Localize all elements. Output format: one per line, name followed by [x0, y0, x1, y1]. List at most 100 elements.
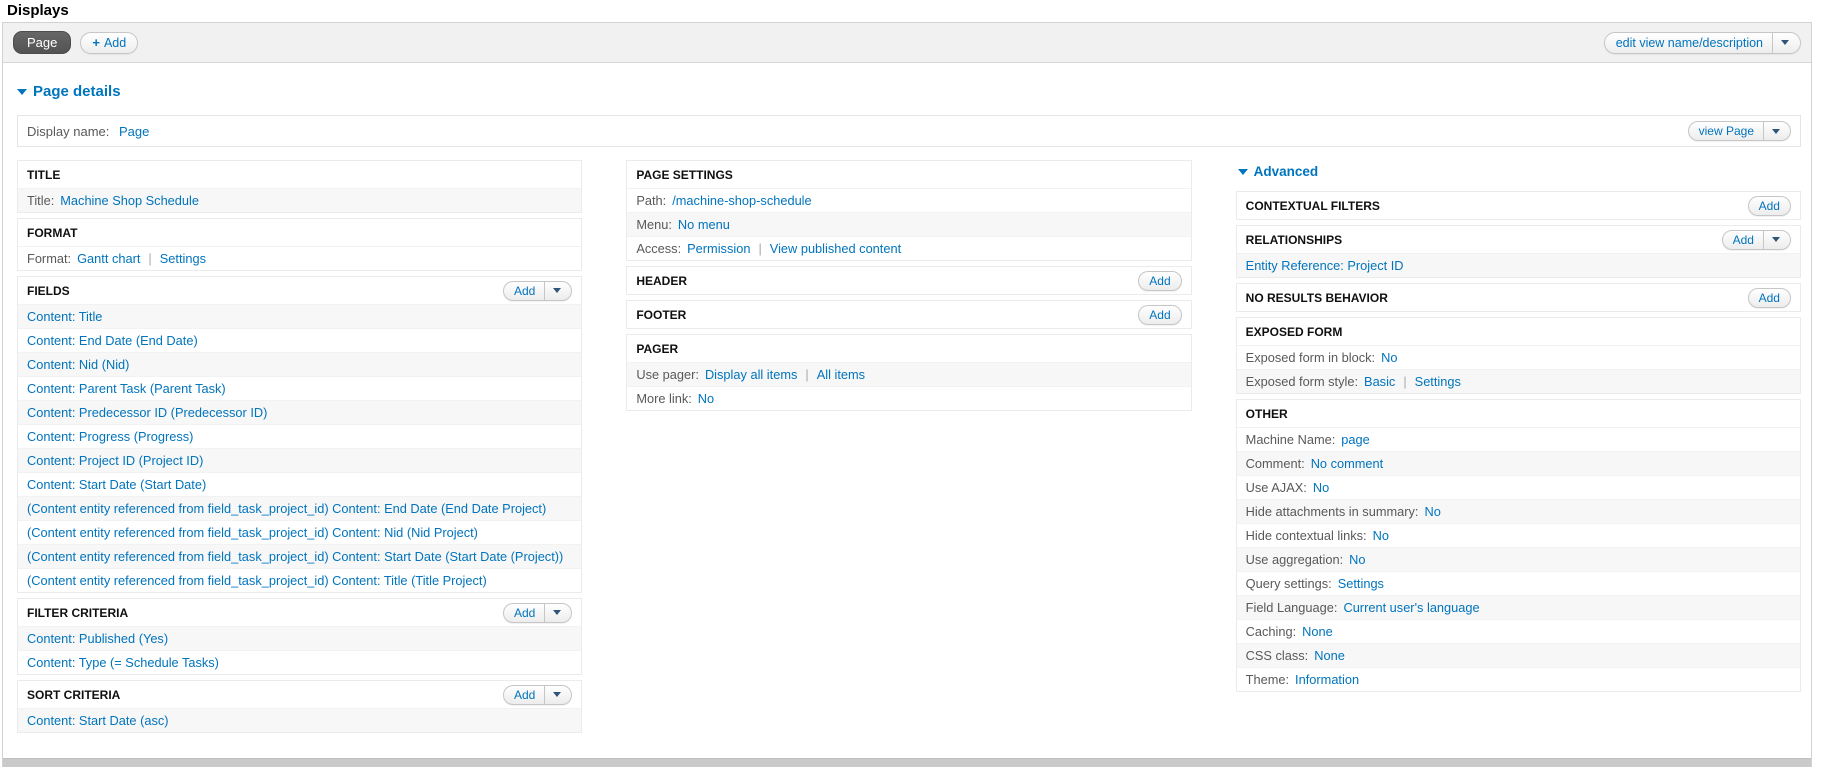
footer-add-button[interactable]: Add: [1138, 304, 1182, 325]
edit-view-dropdown-toggle[interactable]: [1772, 32, 1789, 53]
field-link[interactable]: Content: Start Date (Start Date): [27, 477, 206, 492]
field-link[interactable]: Content: Predecessor ID (Predecessor ID): [27, 405, 267, 420]
field-link[interactable]: Content: Parent Task (Parent Task): [27, 381, 226, 396]
separator: |: [1403, 374, 1407, 389]
add-label: Add: [513, 605, 536, 620]
relationships-add-dropdown-toggle[interactable]: [1762, 230, 1780, 249]
other-row-link[interactable]: No: [1373, 528, 1389, 543]
field-link[interactable]: (Content entity referenced from field_ta…: [27, 573, 487, 588]
title-bucket-title: TITLE: [27, 167, 61, 182]
fields-add-button[interactable]: Add: [502, 280, 573, 301]
other-row-link[interactable]: No comment: [1311, 456, 1384, 471]
relationships-header: RELATIONSHIPS Add: [1236, 226, 1800, 253]
field-row: (Content entity referenced from field_ta…: [18, 496, 582, 520]
filter-link[interactable]: Content: Published (Yes): [27, 631, 168, 646]
format-bucket-title: FORMAT: [27, 225, 78, 240]
footer-bucket-header: FOOTER Add: [627, 301, 1191, 328]
menu-row: Menu: No menu: [627, 212, 1191, 236]
other-row-link[interactable]: No: [1349, 552, 1365, 567]
field-link[interactable]: Content: Nid (Nid): [27, 357, 129, 372]
view-page-label: view Page: [1698, 124, 1754, 138]
field-row: Content: Progress (Progress): [18, 424, 582, 448]
page-settings-bucket: PAGE SETTINGS Path: /machine-shop-schedu…: [626, 160, 1192, 261]
other-row-link[interactable]: Information: [1295, 672, 1359, 687]
no-results-add-button[interactable]: Add: [1747, 287, 1791, 308]
add-label: Add: [513, 283, 536, 298]
field-link[interactable]: (Content entity referenced from field_ta…: [27, 525, 478, 540]
filter-row: Content: Published (Yes): [18, 626, 582, 650]
fields-bucket-title: FIELDS: [27, 283, 70, 298]
filter-link[interactable]: Content: Type (= Schedule Tasks): [27, 655, 219, 670]
add-label: Add: [1149, 307, 1171, 322]
add-display-button[interactable]: + Add: [80, 31, 139, 54]
other-row-link[interactable]: None: [1314, 648, 1345, 663]
add-label: Add: [1732, 232, 1754, 247]
field-row: Content: End Date (End Date): [18, 328, 582, 352]
collapse-arrow-icon: [1237, 168, 1248, 175]
header-add-button[interactable]: Add: [1138, 270, 1182, 291]
footer-bucket: FOOTER Add: [626, 300, 1192, 329]
sort-add-dropdown-toggle[interactable]: [544, 685, 562, 704]
other-row-label: Hide contextual links:: [1245, 528, 1367, 543]
format-type-link[interactable]: Gantt chart: [77, 251, 140, 266]
sort-row: Content: Start Date (asc): [18, 708, 582, 732]
access-label: Access:: [636, 241, 682, 256]
relationships-add-button[interactable]: Add: [1721, 229, 1791, 250]
sort-link[interactable]: Content: Start Date (asc): [27, 713, 169, 728]
field-row: (Content entity referenced from field_ta…: [18, 544, 582, 568]
more-link-value[interactable]: No: [698, 391, 714, 406]
use-pager-settings-link[interactable]: All items: [817, 367, 865, 382]
edit-view-name-button[interactable]: edit view name/description: [1603, 31, 1801, 54]
access-row: Access: Permission | View published cont…: [627, 236, 1191, 260]
format-bucket: FORMAT Format: Gantt chart | Settings: [17, 218, 583, 271]
field-link[interactable]: Content: End Date (End Date): [27, 333, 198, 348]
field-link[interactable]: (Content entity referenced from field_ta…: [27, 501, 546, 516]
separator: |: [758, 241, 762, 256]
field-link[interactable]: Content: Title: [27, 309, 102, 324]
filter-add-dropdown-toggle[interactable]: [544, 603, 562, 622]
view-page-button[interactable]: view Page: [1687, 121, 1791, 141]
sort-add-button[interactable]: Add: [502, 684, 573, 705]
other-row-link[interactable]: No: [1424, 504, 1440, 519]
field-link[interactable]: Content: Progress (Progress): [27, 429, 193, 444]
use-pager-type-link[interactable]: Display all items: [705, 367, 797, 382]
field-link[interactable]: (Content entity referenced from field_ta…: [27, 549, 563, 564]
contextual-add-button[interactable]: Add: [1747, 195, 1791, 216]
display-tab-page[interactable]: Page: [13, 31, 72, 54]
other-row-link[interactable]: page: [1341, 432, 1369, 447]
dropdown-arrow-icon: [553, 692, 562, 697]
dropdown-arrow-icon: [553, 288, 562, 293]
filter-add-button[interactable]: Add: [502, 602, 573, 623]
no-results-title: NO RESULTS BEHAVIOR: [1245, 290, 1388, 305]
displays-toolbar: Page + Add edit view name/description: [3, 23, 1811, 63]
exposed-style-link[interactable]: Basic: [1364, 374, 1395, 389]
other-row-label: Query settings:: [1245, 576, 1332, 591]
other-row-link[interactable]: No: [1313, 480, 1329, 495]
advanced-toggle[interactable]: Advanced: [1237, 160, 1801, 183]
access-value-link[interactable]: View published content: [770, 241, 901, 256]
other-row-label: CSS class:: [1245, 648, 1309, 663]
menu-link[interactable]: No menu: [678, 217, 730, 232]
other-row-link[interactable]: None: [1302, 624, 1333, 639]
relationship-link[interactable]: Entity Reference: Project ID: [1246, 258, 1404, 273]
other-row: Machine Name: page: [1236, 427, 1800, 451]
other-row-link[interactable]: Current user's language: [1343, 600, 1479, 615]
fields-add-dropdown-toggle[interactable]: [544, 281, 562, 300]
field-row: Content: Start Date (Start Date): [18, 472, 582, 496]
page-details-toggle[interactable]: Page details: [17, 83, 1803, 100]
pager-bucket: PAGER Use pager: Display all items | All…: [626, 334, 1192, 411]
plus-icon: +: [92, 35, 100, 50]
display-name-link[interactable]: Page: [119, 124, 149, 139]
title-value-link[interactable]: Machine Shop Schedule: [60, 193, 199, 208]
path-link[interactable]: /machine-shop-schedule: [672, 193, 811, 208]
format-settings-link[interactable]: Settings: [160, 251, 206, 266]
other-row-link[interactable]: Settings: [1338, 576, 1384, 591]
exposed-style-settings-link[interactable]: Settings: [1415, 374, 1461, 389]
exposed-block-link[interactable]: No: [1381, 350, 1397, 365]
field-row: Content: Parent Task (Parent Task): [18, 376, 582, 400]
view-page-dropdown-toggle[interactable]: [1763, 122, 1780, 140]
access-permission-link[interactable]: Permission: [687, 241, 750, 256]
more-link-label: More link:: [636, 391, 692, 406]
field-link[interactable]: Content: Project ID (Project ID): [27, 453, 203, 468]
column-second: PAGE SETTINGS Path: /machine-shop-schedu…: [626, 160, 1192, 416]
